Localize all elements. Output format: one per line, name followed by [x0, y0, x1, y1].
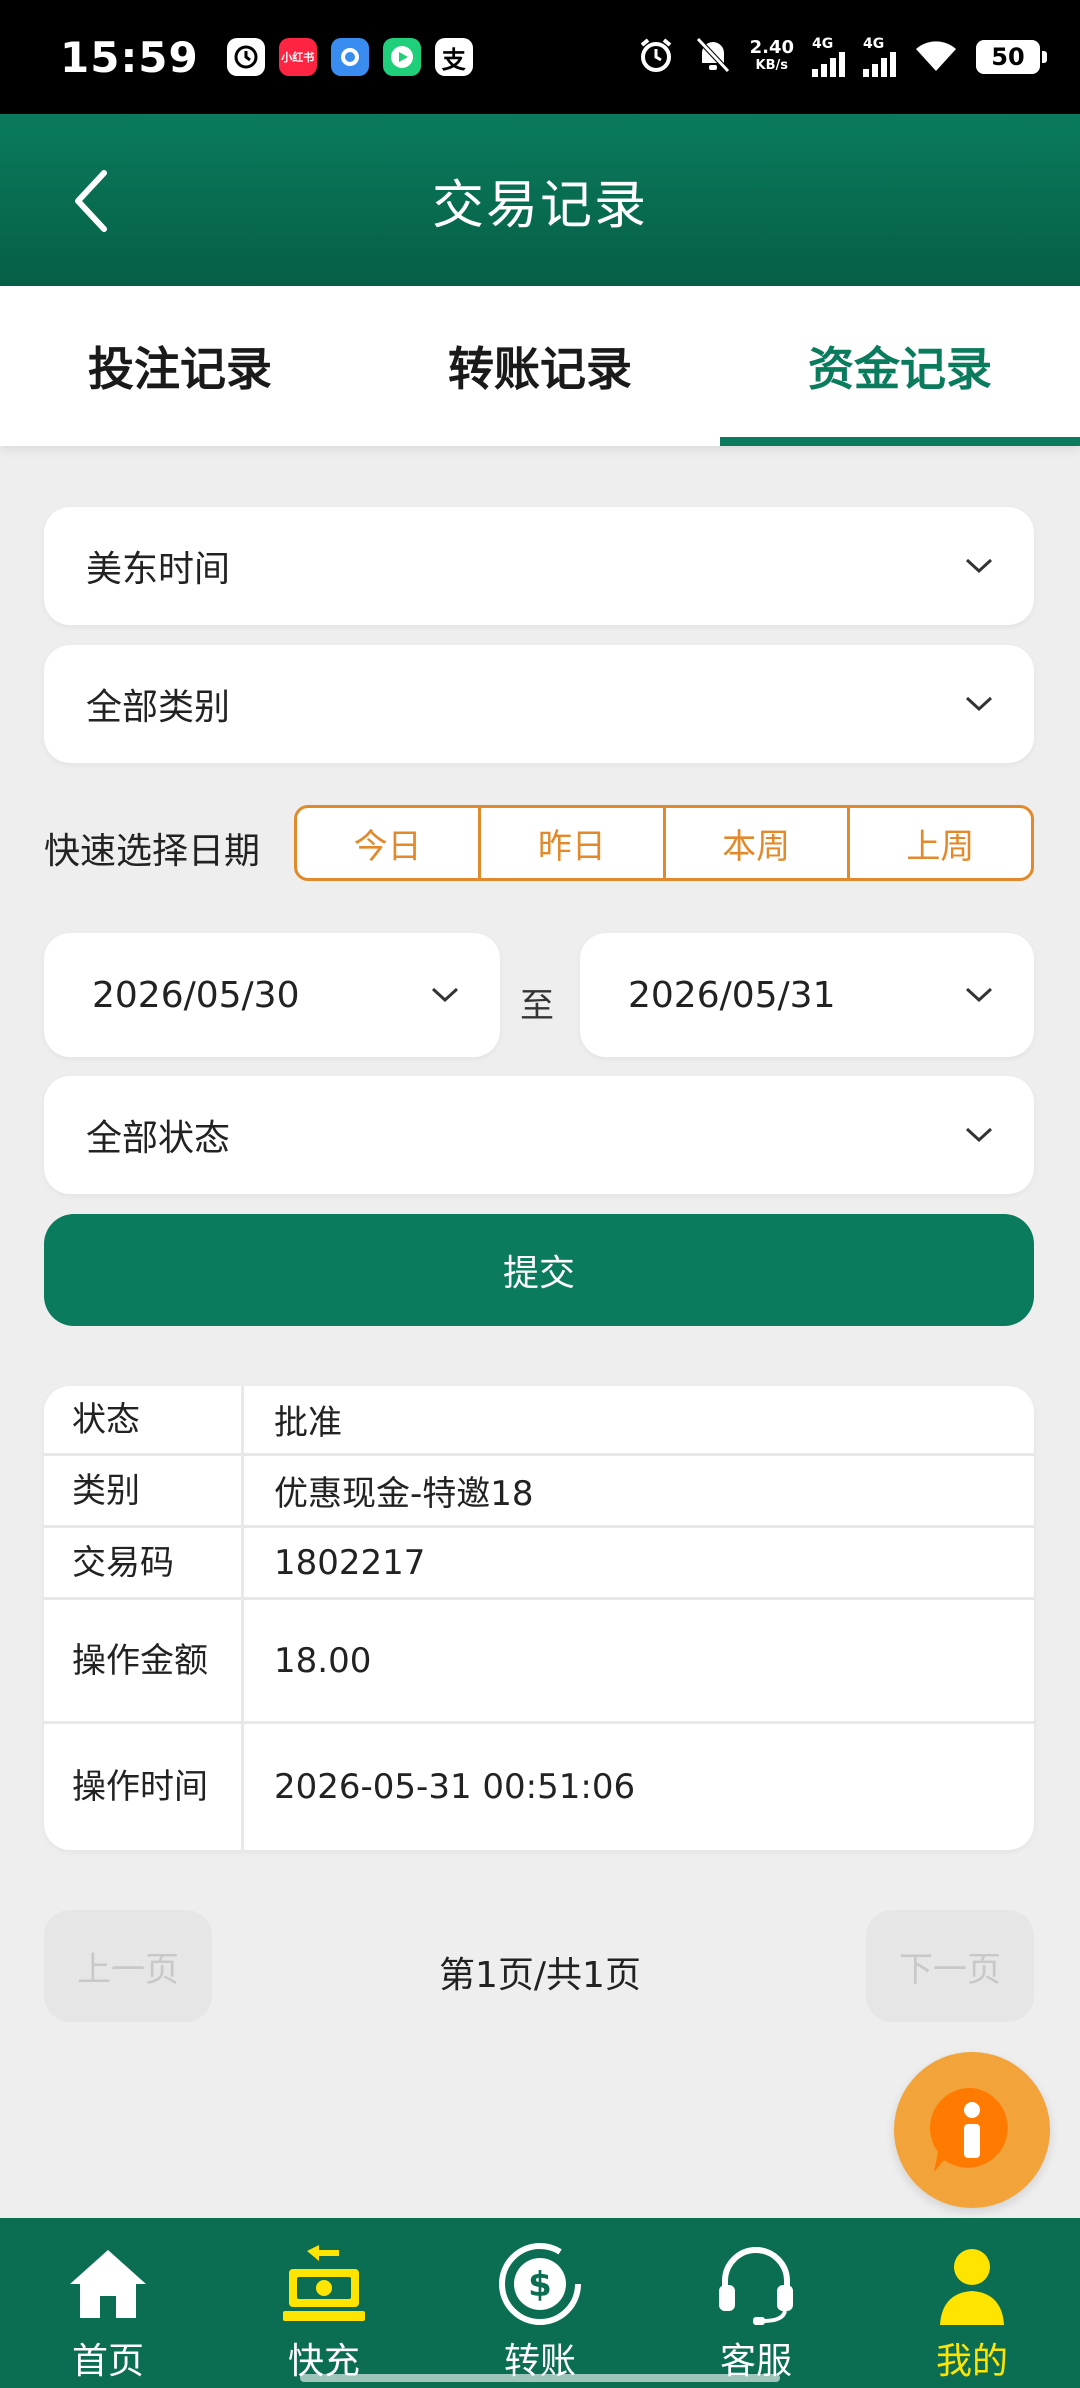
- chevron-down-icon: [965, 1127, 993, 1143]
- chevron-left-icon: [75, 170, 107, 232]
- nav-recharge[interactable]: 快充: [216, 2218, 432, 2388]
- tab-bet-records[interactable]: 投注记录: [0, 286, 360, 446]
- end-date-select[interactable]: 2026/05/31: [580, 933, 1034, 1057]
- record-key: 状态: [44, 1386, 244, 1453]
- info-icon: [929, 2087, 1008, 2172]
- nav-home-label: 首页: [71, 2341, 144, 2382]
- info-float-button[interactable]: [894, 2052, 1050, 2208]
- speed-unit: KB/s: [755, 58, 789, 73]
- quick-date-label: 快速选择日期: [44, 831, 261, 872]
- wifi-icon: [914, 37, 958, 77]
- signal-2: 4G: [863, 37, 896, 77]
- next-page-button[interactable]: 下一页: [866, 1910, 1034, 2022]
- nav-mine[interactable]: 我的: [864, 2218, 1080, 2388]
- net-type-2: 4G: [863, 36, 885, 52]
- signal-bars-icon: [812, 51, 845, 77]
- record-key: 交易码: [44, 1528, 244, 1597]
- play-app-icon: [382, 38, 421, 76]
- page-title: 交易记录: [431, 175, 648, 236]
- record-row-amount: 操作金额 18.00: [44, 1600, 1034, 1724]
- record-key: 操作金额: [44, 1600, 244, 1721]
- record-row-category: 类别 优惠现金-特邀18: [44, 1456, 1034, 1528]
- submit-button[interactable]: 提交: [44, 1214, 1034, 1326]
- speed-value: 2.40: [749, 37, 794, 58]
- user-icon: [924, 2238, 1020, 2330]
- headset-icon: [708, 2238, 804, 2330]
- date-range-separator: 至: [520, 986, 554, 1026]
- end-date-value: 2026/05/31: [628, 974, 836, 1016]
- home-indicator[interactable]: [300, 2374, 780, 2382]
- category-select-value: 全部类别: [86, 687, 231, 728]
- tab-transfer-records[interactable]: 转账记录: [360, 286, 720, 446]
- quick-date-today[interactable]: 今日: [297, 808, 482, 878]
- xiaohongshu-icon: 小红书: [278, 38, 317, 76]
- quick-date-group: 今日 昨日 本周 上周: [294, 805, 1034, 881]
- quick-date-yesterday[interactable]: 昨日: [481, 808, 666, 878]
- nav-home[interactable]: 首页: [0, 2218, 216, 2388]
- status-time: 15:59: [60, 32, 199, 82]
- status-bar: 15:59 小红书 支 2.40 KB/s 4G 4G 50: [0, 0, 1080, 114]
- timezone-select[interactable]: 美东时间: [44, 507, 1034, 625]
- svg-text:$: $: [528, 2265, 552, 2305]
- nav-transfer[interactable]: $ 转账: [432, 2218, 648, 2388]
- chevron-down-icon: [965, 696, 993, 712]
- timezone-select-value: 美东时间: [86, 549, 231, 590]
- chevron-down-icon: [431, 987, 459, 1003]
- quick-date-this-week[interactable]: 本周: [666, 808, 850, 878]
- category-select[interactable]: 全部类别: [44, 645, 1034, 763]
- signal-1: 4G: [812, 37, 845, 77]
- mute-bell-icon: [694, 35, 732, 79]
- chevron-down-icon: [965, 987, 993, 1003]
- record-key: 类别: [44, 1456, 244, 1525]
- chevron-down-icon: [965, 558, 993, 574]
- record-value: 1802217: [274, 1542, 426, 1583]
- app-blue-icon: [330, 38, 369, 76]
- record-row-transaction-code: 交易码 1802217: [44, 1528, 1034, 1600]
- app-header: 交易记录: [0, 114, 1080, 286]
- net-type-1: 4G: [812, 36, 834, 52]
- alarm-icon: [636, 35, 676, 79]
- status-select[interactable]: 全部状态: [44, 1076, 1034, 1194]
- signal-bars-icon: [863, 51, 896, 77]
- record-value: 18.00: [274, 1640, 372, 1681]
- app-screen: 15:59 小红书 支 2.40 KB/s 4G 4G 50 交易记录 投注记录…: [0, 0, 1080, 2388]
- record-value: 2026-05-31 00:51:06: [274, 1767, 636, 1807]
- record-tabs: 投注记录 转账记录 资金记录: [0, 286, 1080, 446]
- start-date-select[interactable]: 2026/05/30: [44, 933, 500, 1057]
- nav-mine-label: 我的: [935, 2341, 1008, 2382]
- recharge-icon: [276, 2238, 372, 2330]
- fund-record-card: 状态 批准 类别 优惠现金-特邀18 交易码 1802217 操作金额 18.0…: [44, 1386, 1034, 1850]
- nav-service[interactable]: 客服: [648, 2218, 864, 2388]
- record-value: 批准: [274, 1403, 342, 1443]
- record-row-status: 状态 批准: [44, 1386, 1034, 1456]
- record-key: 操作时间: [44, 1724, 244, 1850]
- back-button[interactable]: [60, 166, 120, 236]
- start-date-value: 2026/05/30: [92, 974, 300, 1016]
- home-icon: [60, 2238, 156, 2330]
- status-select-value: 全部状态: [86, 1118, 231, 1159]
- clock-app-icon: [226, 38, 265, 76]
- tab-fund-records[interactable]: 资金记录: [720, 286, 1080, 446]
- network-speed: 2.40 KB/s: [750, 39, 794, 75]
- record-value: 优惠现金-特邀18: [274, 1474, 534, 1514]
- transfer-icon: $: [492, 2238, 588, 2330]
- alipay-icon: 支: [434, 38, 473, 76]
- battery-indicator: 50: [976, 40, 1047, 74]
- record-row-time: 操作时间 2026-05-31 00:51:06: [44, 1724, 1034, 1850]
- quick-date-last-week[interactable]: 上周: [850, 808, 1031, 878]
- bottom-navigation: 首页 快充 $ 转账 客服 我的: [0, 2218, 1080, 2388]
